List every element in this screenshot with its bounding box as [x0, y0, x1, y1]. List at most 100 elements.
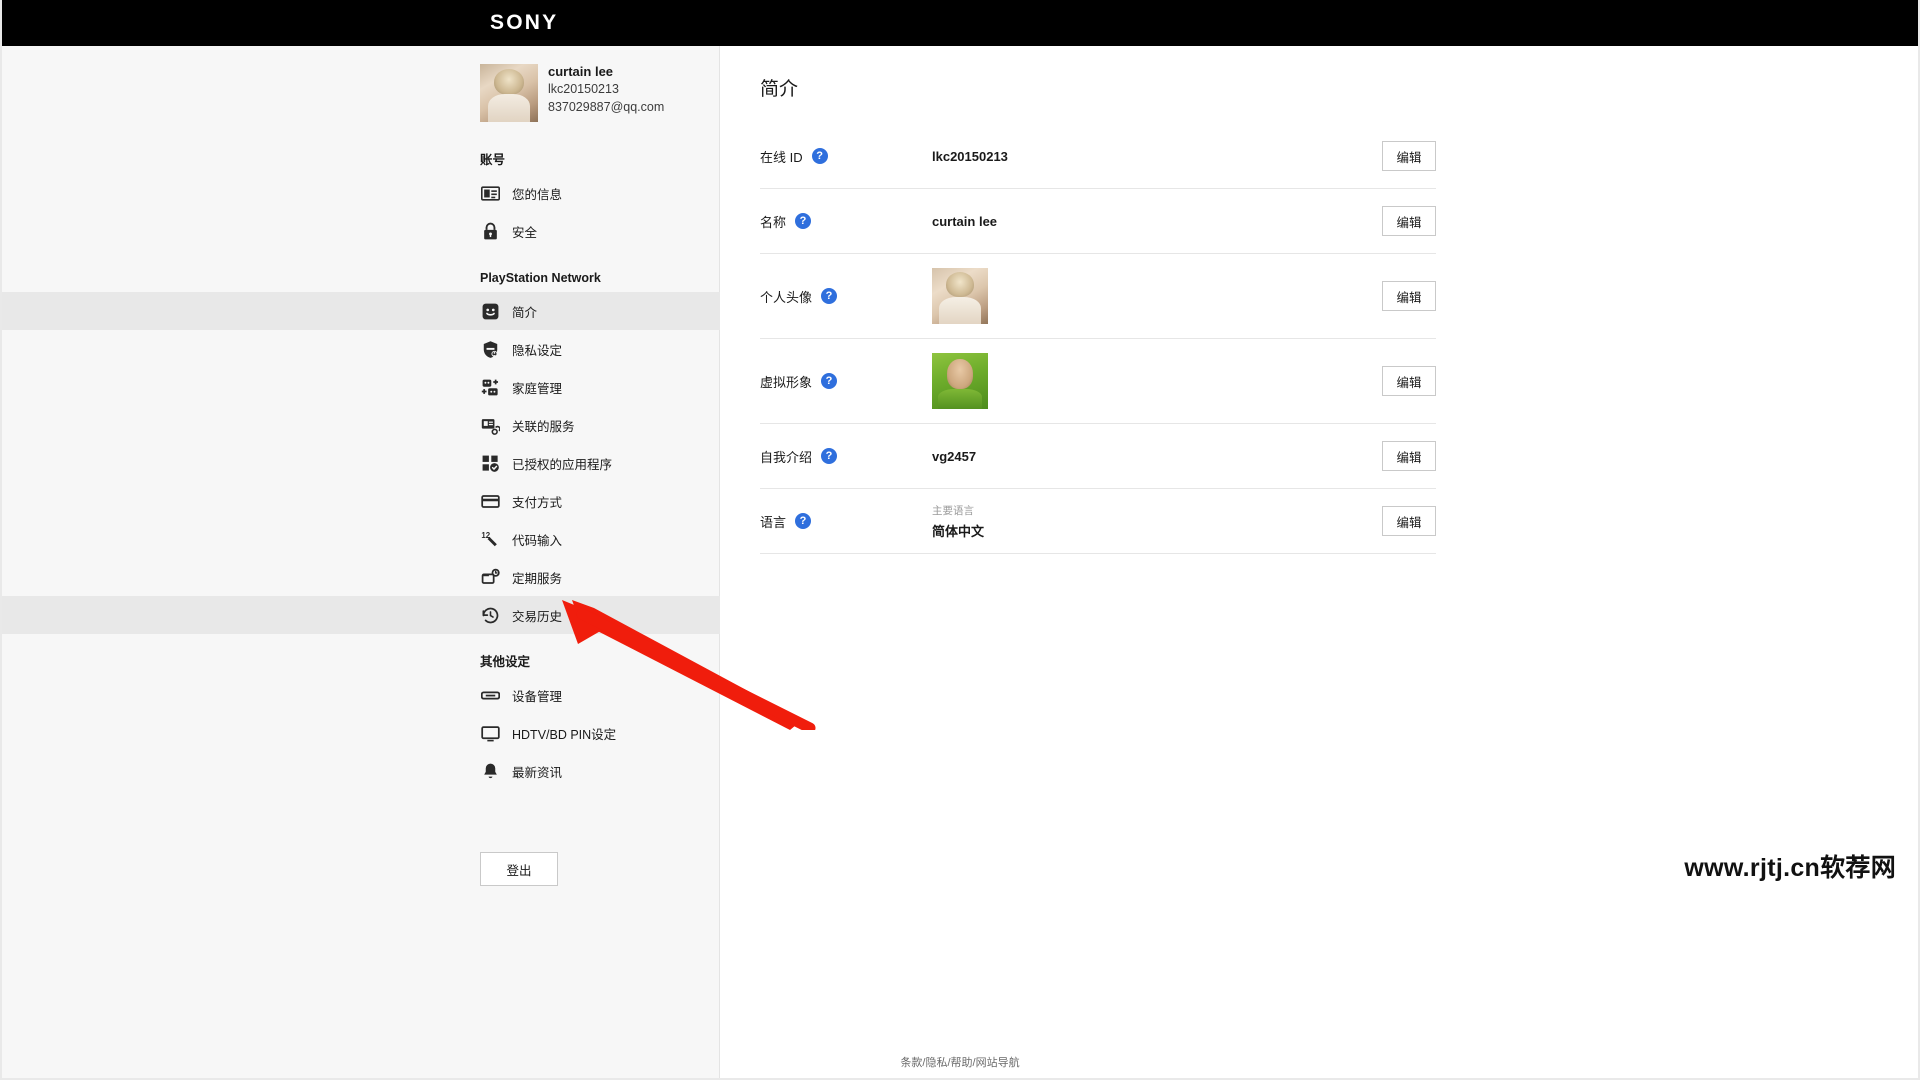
sidebar-item-label: 隐私设定: [512, 340, 562, 359]
row-label: 名称?: [760, 212, 932, 231]
row-label-text: 自我介绍: [760, 447, 812, 466]
sidebar-item-label: 关联的服务: [512, 416, 575, 435]
row-value-text: curtain lee: [932, 214, 997, 229]
help-icon[interactable]: ?: [795, 213, 811, 229]
profile-row: 语言?主要语言简体中文编辑: [760, 489, 1436, 554]
sidebar-item-family-add[interactable]: 家庭管理: [0, 368, 720, 406]
sidebar-group-title: 账号: [0, 146, 720, 174]
row-value-sublabel: 主要语言: [932, 503, 1382, 518]
sidebar-item-label: 您的信息: [512, 184, 562, 203]
row-label-text: 虚拟形象: [760, 372, 812, 391]
row-value-text: vg2457: [932, 449, 976, 464]
watermark: www.rjtj.cn软荐网: [1684, 848, 1896, 884]
help-icon[interactable]: ?: [821, 288, 837, 304]
sidebar-item-label: 支付方式: [512, 492, 562, 511]
sidebar-item-id-card[interactable]: 您的信息: [0, 174, 720, 212]
row-value: vg2457: [932, 449, 1382, 464]
monitor-icon: [480, 723, 500, 743]
edit-button[interactable]: 编辑: [1382, 206, 1436, 236]
footer-link[interactable]: 帮助: [951, 1057, 973, 1069]
sidebar-group-title: 其他设定: [0, 648, 720, 676]
sidebar-item-label: 定期服务: [512, 568, 562, 587]
avatar: [480, 64, 538, 122]
sidebar-item-label: 代码输入: [512, 530, 562, 549]
profile-card: curtain lee lkc20150213 837029887@qq.com: [480, 64, 710, 128]
sidebar-item-label: 家庭管理: [512, 378, 562, 397]
sidebar-item-label: 简介: [512, 302, 537, 321]
profile-email: 837029887@qq.com: [548, 100, 664, 114]
profile-row: 虚拟形象? 编辑: [760, 339, 1436, 424]
sidebar-item-label: HDTV/BD PIN设定: [512, 724, 616, 743]
row-label: 虚拟形象?: [760, 372, 932, 391]
sidebar-nav: 账号您的信息安全 PlayStation Network 简介隐私设定家庭管理关联的…: [0, 146, 720, 790]
edit-button[interactable]: 编辑: [1382, 366, 1436, 396]
profile-rows: 在线 ID?lkc20150213编辑名称?curtain lee编辑个人头像?…: [760, 124, 1436, 554]
sidebar-item-shield-person[interactable]: 隐私设定: [0, 330, 720, 368]
sidebar-item-label: 安全: [512, 222, 537, 241]
sidebar-item-code-entry[interactable]: 12代码输入: [0, 520, 720, 558]
credit-card-icon: [480, 491, 500, 511]
sony-logo: SONY: [490, 11, 558, 35]
row-value: curtain lee: [932, 214, 1382, 229]
edit-button[interactable]: 编辑: [1382, 141, 1436, 171]
sidebar-item-label: 交易历史: [512, 606, 562, 625]
avatar-thumbnail: [932, 268, 988, 324]
footer-link[interactable]: 网站导航: [976, 1057, 1020, 1069]
help-icon[interactable]: ?: [821, 448, 837, 464]
sidebar-item-monitor[interactable]: HDTV/BD PIN设定: [0, 714, 720, 752]
id-card-icon: [480, 183, 500, 203]
edit-button[interactable]: 编辑: [1382, 441, 1436, 471]
row-value: [932, 268, 1382, 324]
console-device-icon: [480, 685, 500, 705]
profile-face-icon: [480, 301, 500, 321]
sidebar-item-console-device[interactable]: 设备管理: [0, 676, 720, 714]
sidebar-item-label: 设备管理: [512, 686, 562, 705]
profile-row: 个人头像? 编辑: [760, 254, 1436, 339]
profile-online-id: lkc20150213: [548, 82, 619, 96]
linked-card-icon: [480, 415, 500, 435]
row-label: 个人头像?: [760, 287, 932, 306]
sidebar-item-linked-card[interactable]: 关联的服务: [0, 406, 720, 444]
footer-link[interactable]: 条款/隐私: [900, 1057, 947, 1069]
row-value: 主要语言简体中文: [932, 503, 1382, 540]
sidebar-item-credit-card[interactable]: 支付方式: [0, 482, 720, 520]
row-label-text: 语言: [760, 512, 786, 531]
sidebar-item-label: 已授权的应用程序: [512, 454, 612, 473]
page-edge-left: [0, 0, 2, 1080]
virtual-character-thumbnail: [932, 353, 988, 409]
sidebar-item-lock[interactable]: 安全: [0, 212, 720, 250]
sidebar-item-subscription[interactable]: 定期服务: [0, 558, 720, 596]
row-value-text: lkc20150213: [932, 149, 1008, 164]
main-content: 简介 在线 ID?lkc20150213编辑名称?curtain lee编辑个人…: [721, 46, 1920, 1080]
subscription-icon: [480, 567, 500, 587]
bell-icon: [480, 761, 500, 781]
logout-button[interactable]: 登出: [480, 852, 558, 886]
apps-check-icon: [480, 453, 500, 473]
row-label-text: 个人头像: [760, 287, 812, 306]
help-icon[interactable]: ?: [795, 513, 811, 529]
edit-button[interactable]: 编辑: [1382, 506, 1436, 536]
row-label-text: 在线 ID: [760, 147, 803, 166]
profile-row: 在线 ID?lkc20150213编辑: [760, 124, 1436, 189]
sidebar-item-history-clock[interactable]: 交易历史: [0, 596, 720, 634]
page-title: 简介: [760, 74, 798, 101]
edit-button[interactable]: 编辑: [1382, 281, 1436, 311]
sidebar-group-title: PlayStation Network: [0, 264, 720, 292]
help-icon[interactable]: ?: [812, 148, 828, 164]
profile-row: 自我介绍? vg2457 编辑: [760, 424, 1436, 489]
lock-icon: [480, 221, 500, 241]
sidebar-item-apps-check[interactable]: 已授权的应用程序: [0, 444, 720, 482]
help-icon[interactable]: ?: [821, 373, 837, 389]
sidebar-item-bell[interactable]: 最新资讯: [0, 752, 720, 790]
footer-links: 条款/隐私/帮助/网站导航: [0, 1054, 1920, 1070]
page-root: SONY curtain lee lkc20150213 837029887@q…: [0, 0, 1920, 1080]
row-label: 在线 ID?: [760, 147, 932, 166]
row-label-text: 名称: [760, 212, 786, 231]
sidebar-item-profile-face[interactable]: 简介: [0, 292, 720, 330]
family-add-icon: [480, 377, 500, 397]
sidebar-item-label: 最新资讯: [512, 762, 562, 781]
profile-row: 名称?curtain lee编辑: [760, 189, 1436, 254]
row-value: lkc20150213: [932, 149, 1382, 164]
row-value-text: 简体中文: [932, 524, 984, 539]
history-clock-icon: [480, 605, 500, 625]
